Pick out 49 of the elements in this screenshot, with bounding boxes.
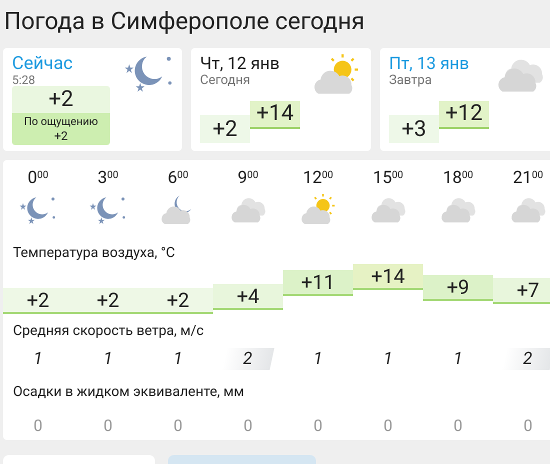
hour-label: 18$^{00}$ [442, 168, 474, 188]
temperature-bar: +11 [283, 270, 353, 296]
temperature-bar: +4 [213, 284, 283, 310]
feels-like-temperature: +2 [54, 129, 68, 143]
precipitation-value: 0 [452, 416, 464, 436]
temperature-bar: +9 [423, 275, 493, 301]
max-temperature: +12 [439, 101, 489, 129]
day-date: Чт, 12 янв [200, 54, 281, 74]
wind-speed: 1 [32, 348, 44, 370]
precipitation-value: 0 [172, 416, 184, 436]
feels-like-label: По ощущению [24, 115, 98, 129]
hour-label: 12$^{00}$ [302, 168, 334, 188]
hour-label: 15$^{00}$ [372, 168, 404, 188]
hour-label: 3$^{00}$ [98, 168, 118, 188]
temperature-bar: +7 [493, 278, 550, 304]
temperature-bar: +2 [143, 288, 213, 314]
day-card[interactable]: Пт, 13 янв Завтра +3 +12 [380, 48, 550, 151]
current-temperature: +2 [12, 86, 110, 113]
temperature-bar: +2 [73, 288, 143, 314]
temperature-label: Температура воздуха, °C [12, 244, 176, 262]
now-label: Сейчас [12, 54, 74, 74]
precipitation-value: 0 [522, 416, 534, 436]
page-title: Погода в Симферополе сегодня [3, 6, 366, 36]
day-date: Пт, 13 янв [389, 54, 470, 74]
precipitation-value: 0 [242, 416, 254, 436]
wind-speed: 1 [172, 348, 184, 370]
wind-speed: 1 [382, 348, 394, 370]
max-temperature: +14 [250, 101, 300, 129]
precipitation-value: 0 [382, 416, 394, 436]
hour-label: 9$^{00}$ [238, 168, 258, 188]
hour-label: 21$^{00}$ [512, 168, 544, 188]
day-card[interactable]: Чт, 12 янв Сегодня +2 +14 [191, 48, 371, 151]
hour-label: 0$^{00}$ [28, 168, 48, 188]
precipitation-label: Осадки в жидком эквиваленте, мм [12, 383, 246, 401]
min-temperature: +3 [389, 115, 439, 143]
min-temperature: +2 [200, 115, 250, 143]
wind-speed: 1 [452, 348, 464, 370]
wind-label: Средняя скорость ветра, м/с [12, 322, 205, 340]
day-subtitle: Завтра [389, 74, 433, 88]
temperature-bar: +2 [3, 288, 73, 314]
precipitation-value: 0 [312, 416, 324, 436]
wind-speed: 1 [102, 348, 114, 370]
precipitation-value: 0 [102, 416, 114, 436]
hour-label: 6$^{00}$ [168, 168, 188, 188]
current-time: 5:28 [12, 74, 36, 86]
day-subtitle: Сегодня [200, 74, 252, 88]
temperature-bar: +14 [353, 264, 423, 290]
wind-speed: 1 [312, 348, 324, 370]
precipitation-value: 0 [32, 416, 44, 436]
